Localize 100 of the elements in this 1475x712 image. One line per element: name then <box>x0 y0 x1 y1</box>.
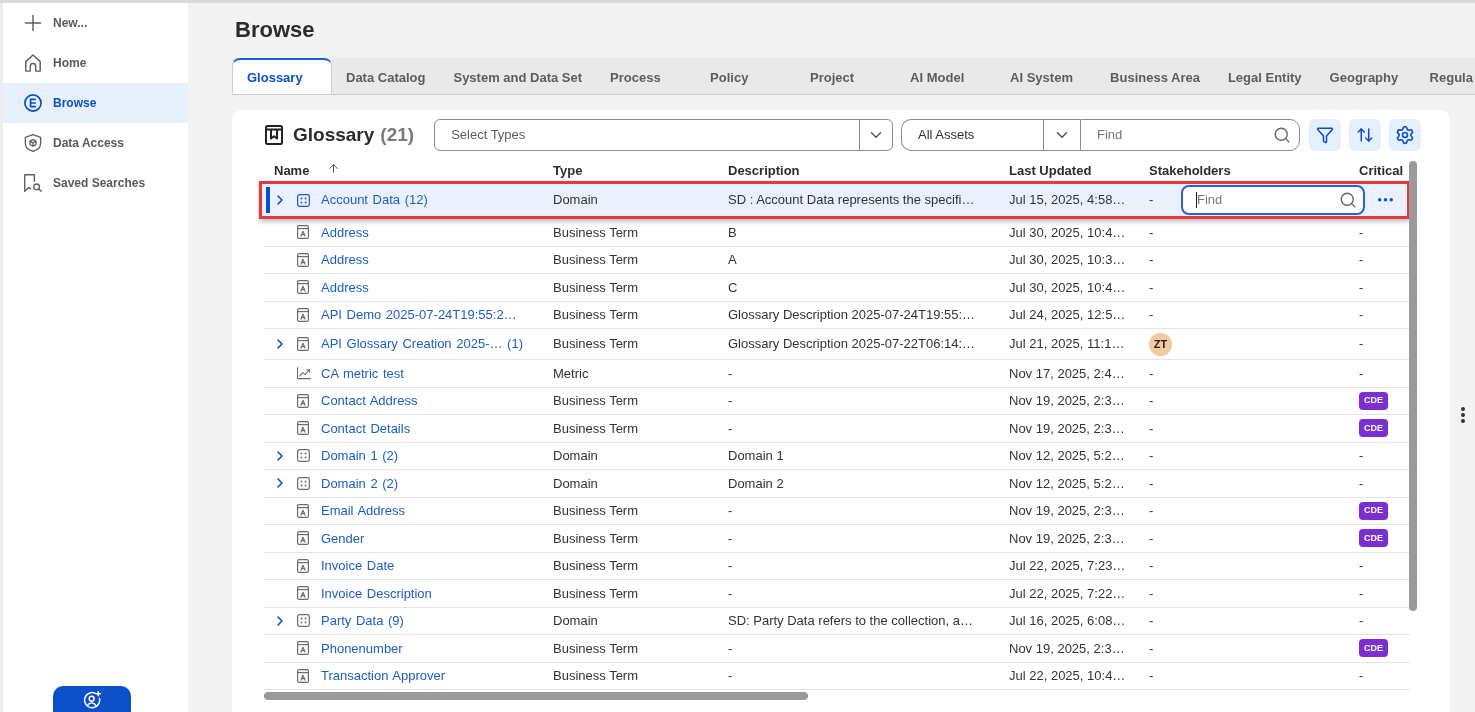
asset-name-link[interactable]: Domain 1 (2) <box>321 446 399 466</box>
horizontal-scrollbar-thumb[interactable] <box>264 692 808 700</box>
tab[interactable]: Policy <box>696 58 797 94</box>
asset-name-link[interactable]: API Glossary Creation 2025-… (1) <box>321 334 523 354</box>
description-text: B <box>728 223 737 242</box>
sidebar-item[interactable]: Home <box>3 43 188 83</box>
asset-name-link[interactable]: Invoice Date <box>321 556 395 576</box>
asset-name-link[interactable]: Contact Address <box>321 391 418 411</box>
asset-name-link[interactable]: Address <box>321 222 369 242</box>
asset-name-link[interactable]: Contact Details <box>321 418 411 438</box>
updated-date: Jul 30, 2025, 10:4… <box>1009 223 1126 242</box>
updated-date: Jul 22, 2025, 7:23… <box>1009 557 1126 575</box>
empty-value: - <box>1149 612 1154 630</box>
grid-square-icon <box>297 193 310 207</box>
tab[interactable]: Process <box>596 58 697 94</box>
line-chart-icon <box>297 366 311 381</box>
sidebar-item[interactable]: New... <box>3 3 188 43</box>
empty-value: - <box>1149 223 1154 242</box>
plus-icon <box>24 14 42 32</box>
type-label: Business Term <box>553 335 638 354</box>
cde-tag: CDE <box>1359 501 1388 520</box>
asset-name-link[interactable]: API Demo 2025-07-24T19:55:2… <box>321 305 517 325</box>
sort-button[interactable] <box>1349 119 1381 151</box>
empty-value: - <box>1149 447 1154 465</box>
empty-value: - <box>1149 419 1154 438</box>
tab[interactable]: Business Area <box>1096 58 1214 94</box>
asset-name-link[interactable]: Address <box>321 250 369 270</box>
tab[interactable]: AI Model <box>896 58 997 94</box>
empty-value: - <box>1149 639 1154 658</box>
description-text: - <box>728 639 733 658</box>
updated-date: Nov 19, 2025, 2:3… <box>1009 419 1125 438</box>
sidebar-item[interactable]: Data Access <box>3 123 188 163</box>
asset-name-link[interactable]: Email Address <box>321 501 406 521</box>
asset-name-link[interactable]: Gender <box>321 528 365 548</box>
filter-icon <box>1316 126 1334 144</box>
tab[interactable]: Project <box>796 58 897 94</box>
description-text: - <box>728 667 733 685</box>
asset-name-link[interactable]: Phonenumber <box>321 638 403 658</box>
book-letter-icon <box>297 393 309 408</box>
asset-name-link[interactable]: Domain 2 (2) <box>321 473 399 493</box>
description-text: SD: Party Data refers to the collection, a… <box>728 612 973 630</box>
grid-square-icon <box>297 614 310 628</box>
settings-button[interactable] <box>1389 119 1421 151</box>
tab[interactable]: System and Data Set <box>439 58 597 94</box>
description-text: Glossary Description 2025-07-22T06:14:… <box>728 335 976 354</box>
type-select[interactable]: Select Types <box>434 119 893 151</box>
column-header[interactable]: Name <box>274 161 341 181</box>
text-cursor <box>1196 192 1197 208</box>
column-header[interactable]: Type <box>553 161 583 181</box>
empty-value: - <box>1359 557 1364 575</box>
type-label: Domain <box>553 474 598 493</box>
home-icon <box>24 54 42 72</box>
column-header[interactable]: Critical <box>1359 161 1404 181</box>
updated-date: Jul 22, 2025, 7:22… <box>1009 584 1126 603</box>
tab[interactable]: Glossary <box>232 58 332 94</box>
empty-value: - <box>1149 557 1154 575</box>
vertical-scrollbar-thumb[interactable] <box>1409 161 1417 611</box>
description-text: - <box>728 557 733 575</box>
asset-name-link[interactable]: Invoice Description <box>321 583 432 603</box>
grid-square-icon <box>297 449 310 463</box>
tab[interactable]: Data Catalog <box>332 58 440 94</box>
tab[interactable]: Legal Entity <box>1213 58 1316 94</box>
sidebar-item[interactable]: Saved Searches <box>3 163 188 203</box>
row-search-field[interactable]: Find <box>1181 185 1365 215</box>
description-text: - <box>728 502 733 520</box>
book-letter-icon <box>297 668 309 683</box>
empty-value: - <box>1149 392 1154 410</box>
description-text: - <box>728 392 733 410</box>
search-field[interactable]: Find <box>1080 119 1300 151</box>
asset-name-link[interactable]: Account Data (12) <box>321 190 428 210</box>
empty-value: - <box>1359 223 1364 242</box>
tab[interactable]: Regula <box>1415 58 1475 94</box>
cde-tag: CDE <box>1359 529 1388 548</box>
asset-name-link[interactable]: CA metric test <box>321 363 404 383</box>
sidebar-item[interactable]: Browse <box>3 83 188 123</box>
book-letter-icon <box>297 421 309 436</box>
updated-date: Jul 24, 2025, 12:5… <box>1009 306 1126 324</box>
type-label: Business Term <box>553 278 638 297</box>
tab[interactable]: AI System <box>996 58 1097 94</box>
cde-tag: CDE <box>1359 639 1388 658</box>
asset-name-link[interactable]: Transaction Approver <box>321 666 446 686</box>
updated-date: Nov 19, 2025, 2:3… <box>1009 392 1125 410</box>
empty-value: - <box>1359 335 1364 354</box>
updated-date: Jul 15, 2025, 4:58… <box>1009 191 1126 210</box>
assistant-button[interactable] <box>53 686 131 712</box>
asset-name-link[interactable]: Party Data (9) <box>321 611 404 631</box>
sort-arrows-icon <box>1356 126 1374 144</box>
updated-date: Nov 12, 2025, 5:2… <box>1009 447 1125 465</box>
asset-name-link[interactable]: Address <box>321 277 369 297</box>
description-text: - <box>728 364 733 383</box>
column-header[interactable]: Description <box>728 161 800 181</box>
table-row[interactable]: Account Data (12) Domain SD : Account Data represents the specifi… Jul 15, 2025, 4:58… - Find <box>259 181 1410 219</box>
type-label: Business Term <box>553 392 638 410</box>
column-header[interactable]: Stakeholders <box>1149 161 1231 181</box>
scope-select[interactable]: All Assets <box>901 119 1080 151</box>
updated-date: Jul 30, 2025, 10:4… <box>1009 278 1126 297</box>
tab[interactable]: Geography <box>1315 58 1416 94</box>
filter-button[interactable] <box>1309 119 1341 151</box>
more-vertical-icon[interactable] <box>1460 407 1465 423</box>
column-header[interactable]: Last Updated <box>1009 161 1092 181</box>
